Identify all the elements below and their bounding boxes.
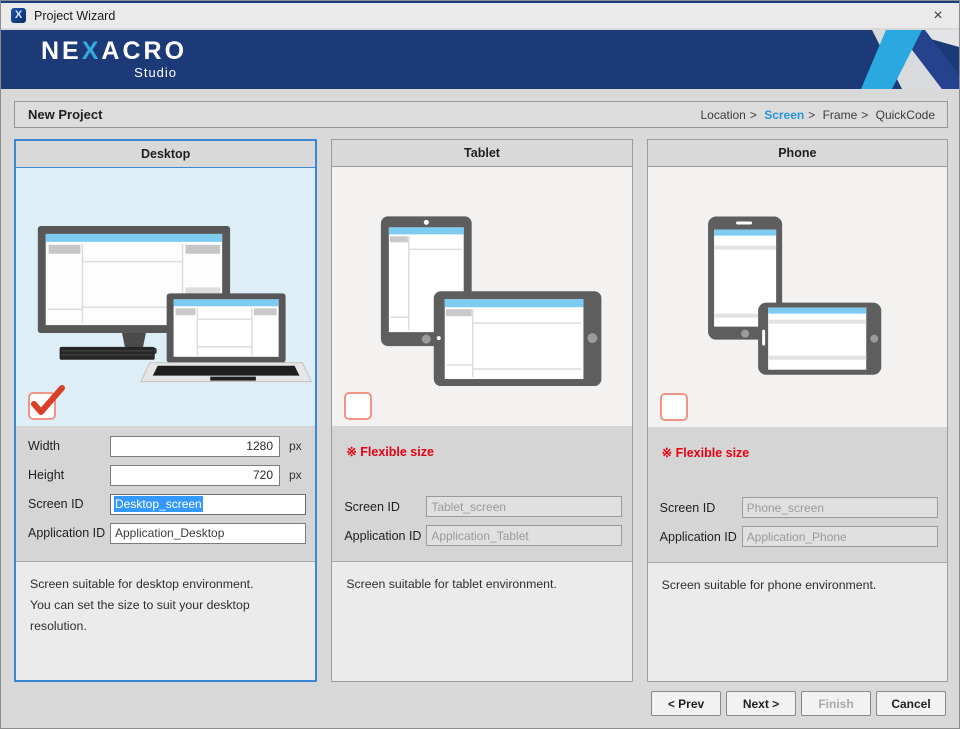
screen-id-label: Screen ID	[660, 501, 742, 515]
brand-header: NEXACRO Studio	[1, 30, 959, 89]
prev-button[interactable]: < Prev	[651, 691, 721, 716]
desktop-checkbox[interactable]	[28, 392, 56, 420]
screen-id-row: Screen ID Desktop_screen	[16, 490, 315, 519]
logo-x-letter: X	[82, 37, 102, 65]
screen-id-row: Screen ID	[332, 492, 631, 521]
phone-fields: ※ Flexible size Screen ID Application ID	[648, 427, 947, 562]
application-id-label: Application ID	[28, 526, 110, 540]
screen-id-label: Screen ID	[28, 497, 110, 511]
phone-devices-image	[648, 167, 947, 427]
screen-id-label: Screen ID	[344, 500, 426, 514]
application-id-input[interactable]	[110, 523, 306, 544]
application-id-input	[742, 526, 938, 547]
application-id-row: Application ID	[16, 519, 315, 548]
height-unit: px	[289, 468, 302, 482]
application-id-label: Application ID	[344, 529, 426, 543]
breadcrumb-separator: >	[750, 108, 757, 122]
close-icon[interactable]: ×	[927, 7, 949, 25]
column-tablet-header: Tablet	[332, 140, 631, 167]
height-row: Height px	[16, 461, 315, 490]
project-wizard-window: X Project Wizard × NEXACRO Studio New Pr…	[0, 0, 960, 729]
width-input[interactable]	[110, 436, 280, 457]
phone-illustration	[648, 167, 947, 427]
page-title: New Project	[28, 107, 102, 122]
device-columns: Desktop	[14, 139, 948, 682]
logo-x-graphic	[829, 30, 959, 89]
width-row: Width px	[16, 432, 315, 461]
tablet-devices-image	[332, 167, 631, 426]
phone-description: Screen suitable for phone environment.	[648, 562, 947, 681]
screen-id-row: Screen ID	[648, 493, 947, 522]
app-icon: X	[11, 8, 26, 23]
column-phone-header: Phone	[648, 140, 947, 167]
application-id-label: Application ID	[660, 530, 742, 544]
description-line: You can set the size to suit your deskto…	[30, 595, 301, 637]
tablet-fields: ※ Flexible size Screen ID Application ID	[332, 426, 631, 561]
desktop-description: Screen suitable for desktop environment.…	[16, 561, 315, 680]
description-line: Screen suitable for phone environment.	[662, 575, 933, 596]
tablet-illustration	[332, 167, 631, 426]
logo-text-post: ACRO	[101, 37, 187, 65]
application-id-row: Application ID	[648, 522, 947, 551]
selected-text: Desktop_screen	[114, 496, 203, 512]
breadcrumb-screen: Screen	[764, 108, 804, 122]
breadcrumb-location: Location	[700, 108, 745, 122]
column-desktop-header: Desktop	[16, 141, 315, 168]
title-bar: X Project Wizard ×	[1, 1, 959, 28]
finish-button[interactable]: Finish	[801, 691, 871, 716]
screen-id-input	[742, 497, 938, 518]
breadcrumb-separator: >	[808, 108, 815, 122]
description-line: Screen suitable for desktop environment.	[30, 574, 301, 595]
logo-text-pre: NE	[41, 37, 82, 65]
height-input[interactable]	[110, 465, 280, 486]
nexacro-logo: NEXACRO Studio	[41, 38, 187, 80]
checkmark-icon	[28, 386, 68, 422]
desktop-fields: Width px Height px Screen ID Desktop_scr…	[16, 426, 315, 561]
flexible-size-note: ※ Flexible size	[662, 445, 947, 461]
height-label: Height	[28, 468, 110, 482]
wizard-step-bar: New Project Location> Screen> Frame> Qui…	[14, 101, 948, 128]
screen-id-input	[426, 496, 622, 517]
flexible-size-note: ※ Flexible size	[346, 444, 631, 460]
application-id-input	[426, 525, 622, 546]
application-id-row: Application ID	[332, 521, 631, 550]
column-desktop: Desktop	[14, 139, 317, 682]
logo-subtitle: Studio	[41, 65, 187, 80]
width-label: Width	[28, 439, 110, 453]
column-phone: Phone	[647, 139, 948, 682]
desktop-illustration	[16, 168, 315, 426]
breadcrumb: Location> Screen> Frame> QuickCode	[698, 108, 937, 122]
cancel-button[interactable]: Cancel	[876, 691, 946, 716]
breadcrumb-frame: Frame	[823, 108, 858, 122]
column-tablet: Tablet	[331, 139, 632, 682]
wizard-navigation-buttons: < Prev Next > Finish Cancel	[651, 691, 946, 716]
phone-checkbox[interactable]	[660, 393, 688, 421]
tablet-description: Screen suitable for tablet environment.	[332, 561, 631, 681]
tablet-checkbox[interactable]	[344, 392, 372, 420]
description-line: Screen suitable for tablet environment.	[346, 574, 617, 595]
window-title: Project Wizard	[34, 9, 115, 23]
width-unit: px	[289, 439, 302, 453]
breadcrumb-separator: >	[861, 108, 868, 122]
screen-id-input[interactable]: Desktop_screen	[110, 494, 306, 515]
next-button[interactable]: Next >	[726, 691, 796, 716]
breadcrumb-quickcode: QuickCode	[876, 108, 935, 122]
